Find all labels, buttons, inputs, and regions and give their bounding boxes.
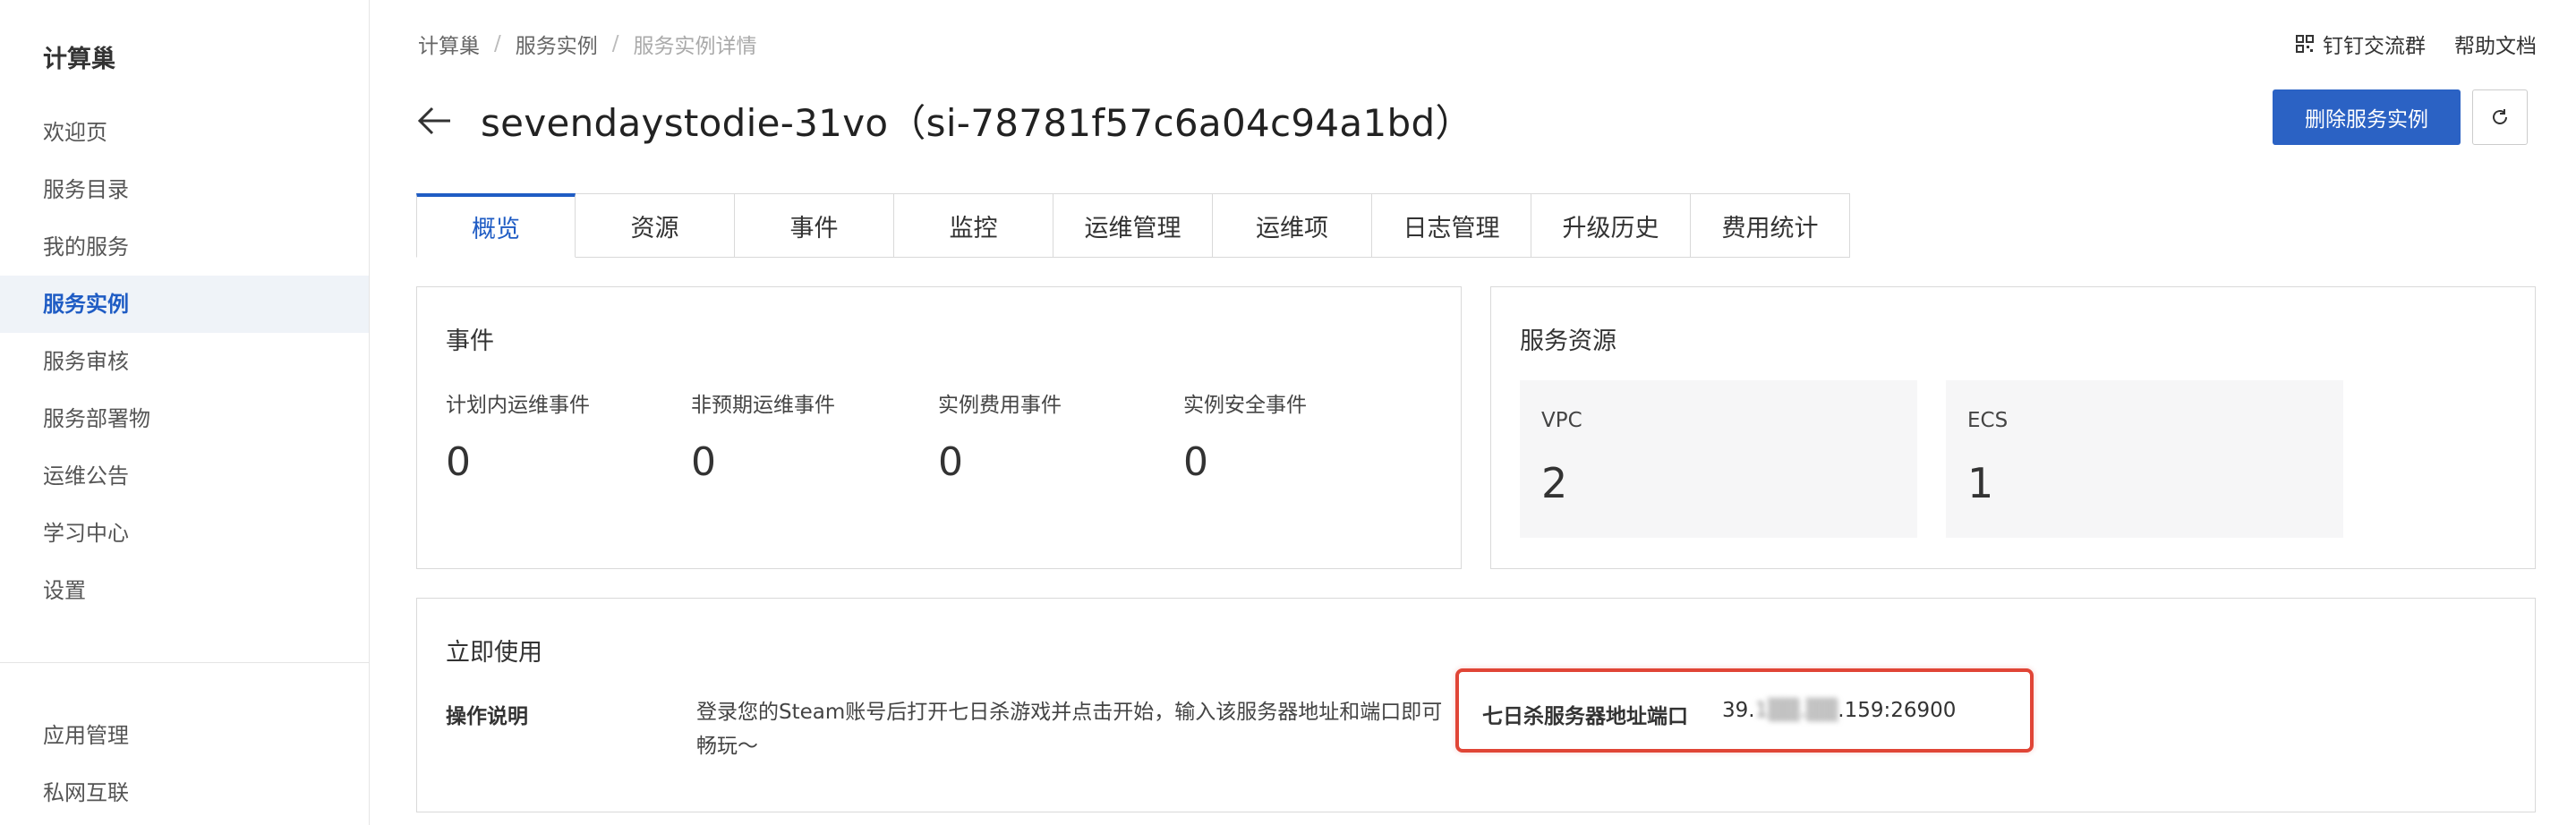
event-value-planned[interactable]: 0 [446,439,471,485]
delete-instance-button[interactable]: 删除服务实例 [2273,89,2461,145]
use-now-card-title: 立即使用 [446,639,542,667]
event-label-unexpected: 非预期运维事件 [691,394,835,417]
resource-label-vpc: VPC [1541,409,1582,432]
address-suffix: .159:26900 [1838,699,1957,722]
operation-instructions-text: 登录您的Steam账号后打开七日杀游戏并点击开始，输入该服务器地址和端口即可畅玩… [696,701,1443,758]
address-prefix: 39. [1722,699,1755,722]
tab-events[interactable]: 事件 [735,193,894,258]
page-title: sevendaystodie-31vo（si-78781f57c6a04c94a… [481,101,1473,145]
sidebar-divider [0,662,369,663]
help-docs-link[interactable]: 帮助文档 [2454,29,2537,59]
resource-box-vpc[interactable]: VPC 2 [1520,380,1917,538]
sidebar-item-settings[interactable]: 设置 [0,562,369,619]
event-label-security: 实例安全事件 [1183,394,1307,417]
sidebar-title: 计算巢 [43,46,115,73]
sidebar-item-service-instances[interactable]: 服务实例 [0,276,369,333]
server-address-label: 七日杀服务器地址端口 [1482,705,1688,728]
main-content: 计算巢 / 服务实例 / 服务实例详情 钉钉交流群 帮助文档 sevendays… [370,0,2576,825]
address-masked: 1▒▒.▒▒ [1754,699,1838,722]
use-now-card: 立即使用 操作说明 登录您的Steam账号后打开七日杀游戏并点击开始，输入该服务… [416,598,2536,812]
events-card: 事件 计划内运维事件 0 非预期运维事件 0 实例费用事件 0 实例安全事件 0 [416,286,1462,569]
sidebar-item-my-services[interactable]: 我的服务 [0,218,369,276]
server-address-value[interactable]: 39.1▒▒.▒▒.159:26900 [1722,699,1956,722]
tab-log-management[interactable]: 日志管理 [1372,193,1531,258]
tab-upgrade-history[interactable]: 升级历史 [1531,193,1691,258]
event-value-unexpected[interactable]: 0 [691,439,716,485]
tab-monitoring[interactable]: 监控 [894,193,1053,258]
events-card-title: 事件 [446,327,494,355]
refresh-icon [2493,109,2507,124]
resource-value-ecs: 1 [1967,459,1994,507]
breadcrumb-item-instances[interactable]: 服务实例 [516,29,598,59]
title-row: sevendaystodie-31vo（si-78781f57c6a04c94a… [416,93,1473,148]
dingtalk-group-link[interactable]: 钉钉交流群 [2323,29,2426,59]
event-value-security[interactable]: 0 [1183,439,1208,485]
tab-cost-statistics[interactable]: 费用统计 [1691,193,1850,258]
resources-card-title: 服务资源 [1520,327,1616,355]
event-label-cost: 实例费用事件 [938,394,1062,417]
tab-bar: 概览 资源 事件 监控 运维管理 运维项 日志管理 升级历史 费用统计 [416,193,1850,258]
header-links: 钉钉交流群 帮助文档 [2296,29,2537,59]
breadcrumb: 计算巢 / 服务实例 / 服务实例详情 [418,29,757,59]
operation-instructions-label: 操作说明 [446,705,528,728]
tab-resources[interactable]: 资源 [576,193,735,258]
sidebar-item-service-review[interactable]: 服务审核 [0,333,369,390]
sidebar-item-ops-announcements[interactable]: 运维公告 [0,447,369,505]
sidebar-item-learning-center[interactable]: 学习中心 [0,505,369,562]
sidebar-item-welcome[interactable]: 欢迎页 [0,104,369,161]
breadcrumb-item-current: 服务实例详情 [633,35,757,58]
resources-card: 服务资源 VPC 2 ECS 1 [1490,286,2536,569]
breadcrumb-separator: / [611,32,619,55]
resource-value-vpc: 2 [1541,459,1568,507]
event-label-planned: 计划内运维事件 [446,394,590,417]
sidebar: 计算巢 欢迎页 服务目录 我的服务 服务实例 服务审核 服务部署物 运维公告 学… [0,0,370,825]
breadcrumb-item-home[interactable]: 计算巢 [418,29,480,59]
resource-label-ecs: ECS [1967,409,2009,432]
qr-code-icon [2296,35,2314,53]
resource-box-ecs[interactable]: ECS 1 [1946,380,2343,538]
tab-ops-items[interactable]: 运维项 [1213,193,1372,258]
arrow-left-icon[interactable] [416,102,454,140]
refresh-button[interactable] [2472,89,2528,145]
sidebar-item-private-network[interactable]: 私网互联 [0,764,369,821]
sidebar-item-deployables[interactable]: 服务部署物 [0,390,369,447]
breadcrumb-separator: / [494,32,501,55]
sidebar-item-app-management[interactable]: 应用管理 [0,707,369,764]
tab-ops-management[interactable]: 运维管理 [1053,193,1213,258]
sidebar-item-catalog[interactable]: 服务目录 [0,161,369,218]
event-value-cost[interactable]: 0 [938,439,963,485]
tab-overview[interactable]: 概览 [416,193,576,258]
